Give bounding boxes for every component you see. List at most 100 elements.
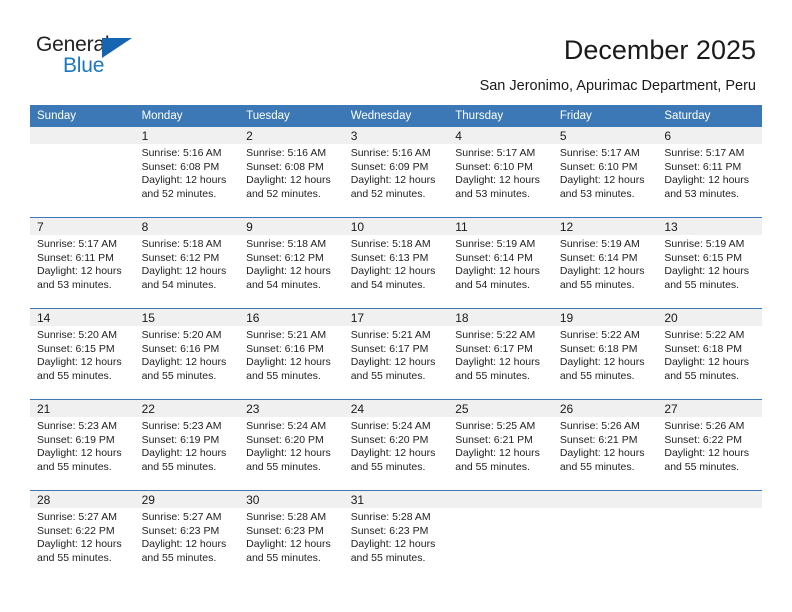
day-details: Sunrise: 5:22 AM Sunset: 6:18 PM Daylight:… [657, 326, 762, 383]
calendar-day-cell[interactable]: 24 Sunrise: 5:24 AM Sunset: 6:20 PM Dayligh… [343, 400, 449, 491]
day-details: Sunrise: 5:17 AM Sunset: 6:11 PM Daylight:… [30, 235, 135, 292]
daylight-duration-line2: and 55 minutes. [559, 460, 635, 473]
day-details: Sunrise: 5:20 AM Sunset: 6:15 PM Daylight:… [30, 326, 135, 383]
calendar-day-cell[interactable]: 19 Sunrise: 5:22 AM Sunset: 6:18 PM Dayligh… [552, 309, 658, 400]
day-number: 10 [350, 220, 365, 234]
sunrise-time: Sunrise: 5:20 AM [37, 329, 117, 341]
sunrise-time: Sunrise: 5:24 AM [350, 420, 431, 432]
calendar-day-cell[interactable]: 22 Sunrise: 5:23 AM Sunset: 6:19 PM Dayligh… [134, 400, 240, 491]
calendar-day-cell[interactable]: 29 Sunrise: 5:27 AM Sunset: 6:23 PM Dayligh… [134, 491, 240, 582]
day-number [30, 127, 135, 129]
sunrise-time: Sunrise: 5:24 AM [246, 420, 327, 432]
day-number-band: 25 [448, 400, 553, 417]
calendar-day-cell[interactable]: 11 Sunrise: 5:19 AM Sunset: 6:14 PM Dayligh… [448, 218, 553, 309]
calendar-day-cell[interactable]: 28 Sunrise: 5:27 AM Sunset: 6:22 PM Dayligh… [30, 491, 135, 582]
calendar-day-cell[interactable]: 9 Sunrise: 5:18 AM Sunset: 6:12 PM Daylight… [239, 218, 344, 309]
calendar-day-cell[interactable]: 5 Sunrise: 5:17 AM Sunset: 6:10 PM Daylight… [552, 127, 658, 218]
sunset-time: Sunset: 6:11 PM [37, 251, 114, 264]
day-number: 19 [559, 311, 574, 325]
day-number: 9 [246, 220, 253, 234]
day-number-band: 14 [30, 309, 135, 326]
calendar-week-row: 28 Sunrise: 5:27 AM Sunset: 6:22 PM Dayligh… [30, 490, 762, 582]
calendar-day-cell[interactable]: 16 Sunrise: 5:21 AM Sunset: 6:16 PM Dayligh… [239, 309, 344, 400]
day-number: 18 [455, 311, 469, 325]
logo[interactable]: General Blue [36, 33, 166, 81]
day-number: 13 [664, 220, 678, 234]
page-subtitle: San Jeronimo, Apurimac Department, Peru [479, 78, 756, 94]
calendar-day-cell[interactable]: 10 Sunrise: 5:18 AM Sunset: 6:13 PM Dayligh… [343, 218, 449, 309]
day-number-band: 1 [134, 127, 240, 144]
daylight-duration-line1: Daylight: 12 hours [37, 356, 122, 369]
calendar-day-cell[interactable]: 27 Sunrise: 5:26 AM Sunset: 6:22 PM Dayligh… [657, 400, 762, 491]
page-header: General Blue December 2025 San Jeronimo,… [0, 0, 792, 100]
day-number [553, 491, 658, 493]
sunset-time: Sunset: 6:19 PM [37, 433, 115, 446]
day-number: 14 [37, 311, 51, 325]
daylight-duration-line2: and 55 minutes. [141, 460, 217, 473]
daylight-duration-line2: and 55 minutes. [37, 460, 112, 473]
day-details: Sunrise: 5:16 AM Sunset: 6:08 PM Daylight:… [135, 144, 240, 201]
calendar-day-cell[interactable]: 26 Sunrise: 5:26 AM Sunset: 6:21 PM Dayligh… [552, 400, 658, 491]
calendar-day-cell[interactable]: 2 Sunrise: 5:16 AM Sunset: 6:08 PM Daylight… [239, 127, 344, 218]
day-number: 7 [37, 220, 44, 234]
sunset-time: Sunset: 6:10 PM [559, 160, 638, 173]
sunrise-time: Sunrise: 5:22 AM [559, 329, 640, 341]
calendar-day-cell[interactable]: 7 Sunrise: 5:17 AM Sunset: 6:11 PM Daylight… [30, 218, 135, 309]
day-number-band: 11 [448, 218, 553, 235]
day-number: 17 [350, 311, 365, 325]
sunrise-time: Sunrise: 5:23 AM [141, 420, 222, 432]
day-number-band: 5 [552, 127, 658, 144]
sunset-time: Sunset: 6:20 PM [246, 433, 324, 446]
calendar-day-cell-empty [30, 127, 135, 218]
day-details: Sunrise: 5:28 AM Sunset: 6:23 PM Daylight:… [344, 508, 449, 565]
calendar-day-cell[interactable]: 31 Sunrise: 5:28 AM Sunset: 6:23 PM Dayligh… [343, 491, 449, 582]
calendar-day-cell[interactable]: 13 Sunrise: 5:19 AM Sunset: 6:15 PM Dayligh… [657, 218, 762, 309]
daylight-duration-line1: Daylight: 12 hours [350, 265, 436, 278]
day-number [657, 491, 762, 493]
daylight-duration-line2: and 55 minutes. [559, 278, 635, 291]
calendar-body: 1 Sunrise: 5:16 AM Sunset: 6:08 PM Daylight… [30, 127, 762, 581]
day-number-band: 8 [134, 218, 240, 235]
sunset-time: Sunset: 6:20 PM [350, 433, 429, 446]
day-details: Sunrise: 5:26 AM Sunset: 6:22 PM Daylight:… [657, 417, 762, 474]
day-number: 21 [37, 402, 51, 416]
day-details: Sunrise: 5:21 AM Sunset: 6:17 PM Daylight:… [344, 326, 449, 383]
calendar-day-cell[interactable]: 15 Sunrise: 5:20 AM Sunset: 6:16 PM Dayligh… [134, 309, 240, 400]
day-number-band: 29 [134, 491, 240, 508]
day-number: 20 [664, 311, 678, 325]
calendar-day-cell[interactable]: 20 Sunrise: 5:22 AM Sunset: 6:18 PM Dayligh… [657, 309, 762, 400]
day-number-band: 26 [552, 400, 658, 417]
calendar-day-cell[interactable]: 30 Sunrise: 5:28 AM Sunset: 6:23 PM Dayligh… [239, 491, 344, 582]
day-number: 11 [455, 220, 468, 234]
daylight-duration-line1: Daylight: 12 hours [246, 356, 331, 369]
daylight-duration-line2: and 55 minutes. [455, 369, 530, 382]
calendar-day-cell[interactable]: 21 Sunrise: 5:23 AM Sunset: 6:19 PM Dayligh… [30, 400, 135, 491]
day-details: Sunrise: 5:28 AM Sunset: 6:23 PM Daylight:… [239, 508, 344, 565]
day-details: Sunrise: 5:16 AM Sunset: 6:09 PM Daylight:… [344, 144, 449, 201]
day-number-band: 24 [343, 400, 449, 417]
sunrise-time: Sunrise: 5:19 AM [664, 238, 745, 250]
calendar-day-cell[interactable]: 12 Sunrise: 5:19 AM Sunset: 6:14 PM Dayligh… [552, 218, 658, 309]
sunrise-time: Sunrise: 5:22 AM [455, 329, 536, 341]
calendar-day-cell[interactable]: 17 Sunrise: 5:21 AM Sunset: 6:17 PM Dayligh… [343, 309, 449, 400]
calendar-day-cell[interactable]: 6 Sunrise: 5:17 AM Sunset: 6:11 PM Daylight… [657, 127, 762, 218]
calendar-day-cell[interactable]: 3 Sunrise: 5:16 AM Sunset: 6:09 PM Daylight… [343, 127, 449, 218]
daylight-duration-line1: Daylight: 12 hours [350, 447, 436, 460]
calendar-day-cell[interactable]: 25 Sunrise: 5:25 AM Sunset: 6:21 PM Dayligh… [448, 400, 553, 491]
calendar-day-cell[interactable]: 4 Sunrise: 5:17 AM Sunset: 6:10 PM Daylight… [448, 127, 553, 218]
sunset-time: Sunset: 6:22 PM [37, 524, 115, 537]
calendar-day-cell[interactable]: 18 Sunrise: 5:22 AM Sunset: 6:17 PM Dayligh… [448, 309, 553, 400]
sunrise-time: Sunrise: 5:28 AM [350, 511, 431, 523]
day-number-band: 12 [552, 218, 658, 235]
calendar-day-cell[interactable]: 14 Sunrise: 5:20 AM Sunset: 6:15 PM Dayligh… [30, 309, 135, 400]
sunset-time: Sunset: 6:16 PM [141, 342, 220, 355]
calendar-day-cell[interactable]: 8 Sunrise: 5:18 AM Sunset: 6:12 PM Daylight… [134, 218, 240, 309]
day-details: Sunrise: 5:21 AM Sunset: 6:16 PM Daylight:… [239, 326, 344, 383]
day-number-band: 27 [657, 400, 762, 417]
day-number-band: 20 [657, 309, 762, 326]
sunset-time: Sunset: 6:15 PM [37, 342, 115, 355]
sunset-time: Sunset: 6:13 PM [350, 251, 429, 264]
weekday-header-tuesday: Tuesday [239, 105, 344, 127]
calendar-day-cell[interactable]: 1 Sunrise: 5:16 AM Sunset: 6:08 PM Daylight… [134, 127, 240, 218]
calendar-day-cell[interactable]: 23 Sunrise: 5:24 AM Sunset: 6:20 PM Dayligh… [239, 400, 344, 491]
